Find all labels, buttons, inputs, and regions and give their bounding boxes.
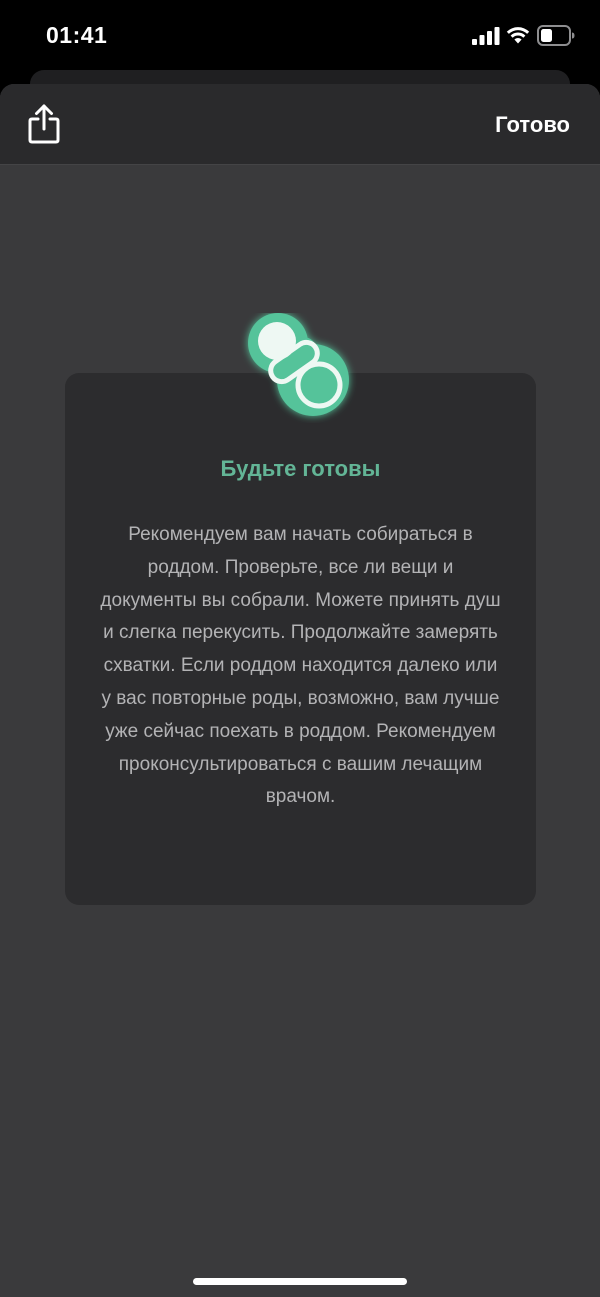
card-title: Будьте готовы xyxy=(220,456,381,481)
share-icon[interactable] xyxy=(24,102,64,146)
card-text: Рекомендуем вам начать собираться в родд… xyxy=(100,524,501,808)
done-button[interactable]: Готово xyxy=(495,112,570,138)
wifi-icon xyxy=(506,27,530,44)
pacifier-icon xyxy=(248,313,349,416)
screen: 01:41 Готово Будьте готовы Рекомендуем в… xyxy=(0,0,600,1297)
modal-sheet: Готово Будьте готовы Рекомендуем вам нач… xyxy=(0,84,600,1297)
nav-bar: Готово xyxy=(0,84,600,165)
info-card: Будьте готовы Рекомендуем вам начать соб… xyxy=(65,373,536,905)
battery-icon xyxy=(537,25,575,46)
signal-icon xyxy=(472,27,500,45)
status-time: 01:41 xyxy=(46,22,108,48)
home-indicator[interactable] xyxy=(193,1278,407,1285)
status-bar: 01:41 xyxy=(0,0,600,70)
